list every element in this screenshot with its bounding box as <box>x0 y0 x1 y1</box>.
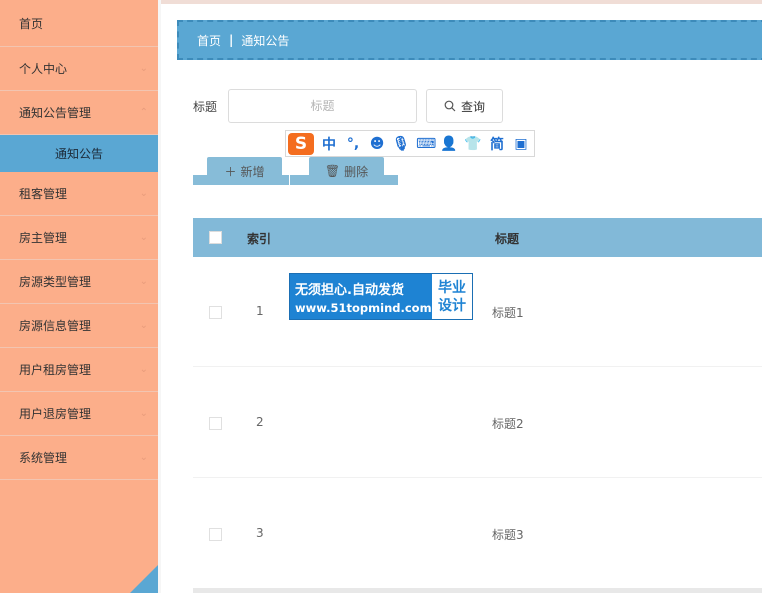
emoji-icon[interactable]: ☻ <box>368 136 386 152</box>
table-row: 1 标题1 <box>193 257 762 367</box>
watermark-line1: 无须担心.自动发货 <box>295 282 404 298</box>
column-header-title: 标题 <box>495 232 520 246</box>
sidebar-item-landlord-management[interactable]: 房主管理 ⌄ <box>0 216 158 260</box>
row-checkbox[interactable] <box>209 528 222 541</box>
sidebar-item-label: 个人中心 <box>19 62 68 76</box>
skin-icon[interactable]: 👕 <box>464 136 482 152</box>
sidebar-item-house-info-management[interactable]: 房源信息管理 ⌄ <box>0 304 158 348</box>
trash-icon: 🗑 <box>324 164 341 178</box>
chevron-up-icon: ⌃ <box>139 107 148 118</box>
select-all-checkbox[interactable] <box>209 231 222 244</box>
sidebar-item-user-checkout-management[interactable]: 用户退房管理 ⌄ <box>0 392 158 436</box>
sidebar-divider <box>158 0 161 593</box>
horizontal-scrollbar[interactable] <box>193 588 762 593</box>
ime-mode-chinese[interactable]: 中 <box>320 134 338 154</box>
watermark-banner: 无须担心.自动发货 www.51topmind.com 毕业 设计 <box>289 273 473 320</box>
sidebar-item-label: 通知公告管理 <box>19 106 92 120</box>
punctuation-icon[interactable]: °, <box>344 136 362 152</box>
search-label: 标题 <box>193 100 218 114</box>
watermark-badge-line2: 设计 <box>438 297 466 314</box>
sidebar-item-home[interactable]: 首页 <box>0 0 158 47</box>
row-index: 3 <box>256 526 264 540</box>
sidebar-item-user-rent-management[interactable]: 用户租房管理 ⌄ <box>0 348 158 392</box>
sidebar-item-label: 房主管理 <box>19 231 68 245</box>
sogou-logo-icon[interactable]: S <box>288 132 314 155</box>
row-checkbox[interactable] <box>209 417 222 430</box>
row-title: 标题2 <box>492 417 524 431</box>
apps-icon[interactable]: ▣ <box>512 136 530 152</box>
chevron-down-icon: ⌄ <box>139 63 148 74</box>
sidebar-subitem-notice[interactable]: 通知公告 <box>0 135 158 172</box>
breadcrumb-home[interactable]: 首页 <box>197 32 221 49</box>
row-index: 2 <box>256 415 264 429</box>
chevron-down-icon: ⌄ <box>139 276 148 287</box>
microphone-icon[interactable]: 🎙 <box>392 136 410 152</box>
chevron-down-icon: ⌄ <box>139 188 148 199</box>
sidebar-subitem-label: 通知公告 <box>54 147 103 161</box>
ime-toolbar: S 中 °, ☻ 🎙 ⌨ 👤 👕 简 ▣ <box>285 130 535 157</box>
chevron-down-icon: ⌄ <box>139 452 148 463</box>
table-header: 索引 标题 <box>193 218 762 257</box>
sidebar-item-system-management[interactable]: 系统管理 ⌄ <box>0 436 158 480</box>
sidebar-item-personal-center[interactable]: 个人中心 ⌄ <box>0 47 158 91</box>
row-checkbox[interactable] <box>209 306 222 319</box>
sidebar-item-label: 租客管理 <box>19 187 68 201</box>
top-divider <box>161 0 762 4</box>
table-row: 2 标题2 <box>193 368 762 478</box>
watermark-badge-line1: 毕业 <box>438 279 466 296</box>
table-row: 3 标题3 <box>193 479 762 589</box>
sidebar-item-label: 系统管理 <box>19 451 68 465</box>
breadcrumb-current: 通知公告 <box>241 33 290 48</box>
delete-button[interactable]: 🗑 删除 <box>309 157 384 185</box>
search-input[interactable] <box>228 89 417 123</box>
search-icon <box>444 100 456 112</box>
sidebar-item-label: 用户租房管理 <box>19 363 92 377</box>
sidebar-item-label: 房源信息管理 <box>19 319 92 333</box>
chevron-down-icon: ⌄ <box>139 408 148 419</box>
query-button-label: 查询 <box>460 99 485 114</box>
user-icon[interactable]: 👤 <box>440 136 458 152</box>
row-index: 1 <box>256 304 264 318</box>
query-button[interactable]: 查询 <box>426 89 503 123</box>
simplified-icon[interactable]: 简 <box>488 134 506 154</box>
chevron-down-icon: ⌄ <box>139 320 148 331</box>
sidebar-item-tenant-management[interactable]: 租客管理 ⌄ <box>0 172 158 216</box>
sidebar-item-label: 首页 <box>19 16 44 31</box>
keyboard-icon[interactable]: ⌨ <box>416 136 436 152</box>
sidebar-item-label: 用户退房管理 <box>19 407 92 421</box>
breadcrumb: 首页 | 通知公告 <box>177 20 762 60</box>
sidebar: 首页 个人中心 ⌄ 通知公告管理 ⌃ 通知公告 租客管理 ⌄ 房主管理 ⌄ 房源… <box>0 0 158 593</box>
sidebar-item-house-type-management[interactable]: 房源类型管理 ⌄ <box>0 260 158 304</box>
add-button[interactable]: ＋ 新增 <box>207 157 282 185</box>
delete-button-label: 删除 <box>344 164 369 179</box>
sidebar-corner-decoration <box>130 565 158 593</box>
chevron-down-icon: ⌄ <box>139 232 148 243</box>
sidebar-item-notice-management[interactable]: 通知公告管理 ⌃ <box>0 91 158 135</box>
breadcrumb-separator: | <box>229 33 234 47</box>
chevron-down-icon: ⌄ <box>139 364 148 375</box>
row-title: 标题3 <box>492 528 524 542</box>
add-button-label: 新增 <box>240 164 265 179</box>
plus-icon: ＋ <box>224 164 237 179</box>
row-title: 标题1 <box>492 306 524 320</box>
watermark-line2: www.51topmind.com <box>295 300 432 315</box>
sidebar-item-label: 房源类型管理 <box>19 275 92 289</box>
column-header-index: 索引 <box>247 232 272 246</box>
